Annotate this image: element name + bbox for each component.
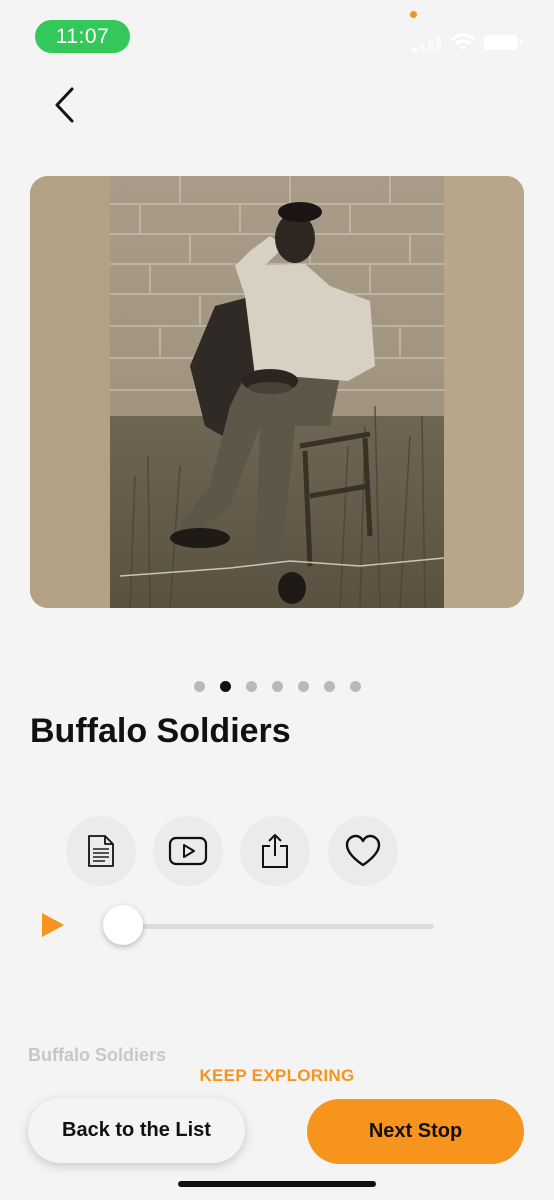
back-to-list-button[interactable]: Back to the List xyxy=(28,1098,245,1163)
status-bar: 11:07 xyxy=(0,0,554,70)
carousel-dot[interactable] xyxy=(245,681,257,692)
faded-caption: Buffalo Soldiers xyxy=(28,1045,167,1062)
favorite-button[interactable] xyxy=(328,816,398,886)
play-icon xyxy=(42,913,64,937)
share-button[interactable] xyxy=(240,816,310,886)
carousel-pagination xyxy=(0,681,554,695)
keep-exploring-label: KEEP EXPLORING xyxy=(199,1066,355,1085)
carousel-dot[interactable] xyxy=(349,681,361,692)
back-button[interactable] xyxy=(40,80,90,130)
wifi-icon xyxy=(451,33,475,50)
play-video-icon xyxy=(168,836,208,866)
video-button[interactable] xyxy=(153,816,223,886)
status-time: 11:07 xyxy=(35,20,130,53)
share-icon xyxy=(262,834,288,868)
privacy-indicator-dot xyxy=(410,11,417,18)
carousel-dot[interactable] xyxy=(193,681,205,692)
home-indicator[interactable] xyxy=(178,1181,376,1187)
audio-play-button[interactable] xyxy=(38,910,68,940)
audio-progress-slider-knob[interactable] xyxy=(103,905,143,945)
transcript-button[interactable] xyxy=(66,816,136,886)
next-stop-button[interactable]: Next Stop xyxy=(307,1099,524,1164)
carousel-dot[interactable] xyxy=(297,681,309,692)
battery-icon xyxy=(484,35,522,50)
hero-photo xyxy=(30,176,524,608)
carousel-dot-active[interactable] xyxy=(219,681,231,692)
carousel-dot[interactable] xyxy=(271,681,283,692)
document-icon xyxy=(88,835,114,867)
chevron-left-icon xyxy=(55,87,74,123)
cellular-signal-icon xyxy=(412,34,442,52)
soldier-photograph xyxy=(30,176,524,608)
heart-icon xyxy=(345,834,381,867)
audio-progress-track[interactable] xyxy=(124,924,434,929)
stop-title: Buffalo Soldiers xyxy=(30,712,291,750)
carousel-dot[interactable] xyxy=(323,681,335,692)
